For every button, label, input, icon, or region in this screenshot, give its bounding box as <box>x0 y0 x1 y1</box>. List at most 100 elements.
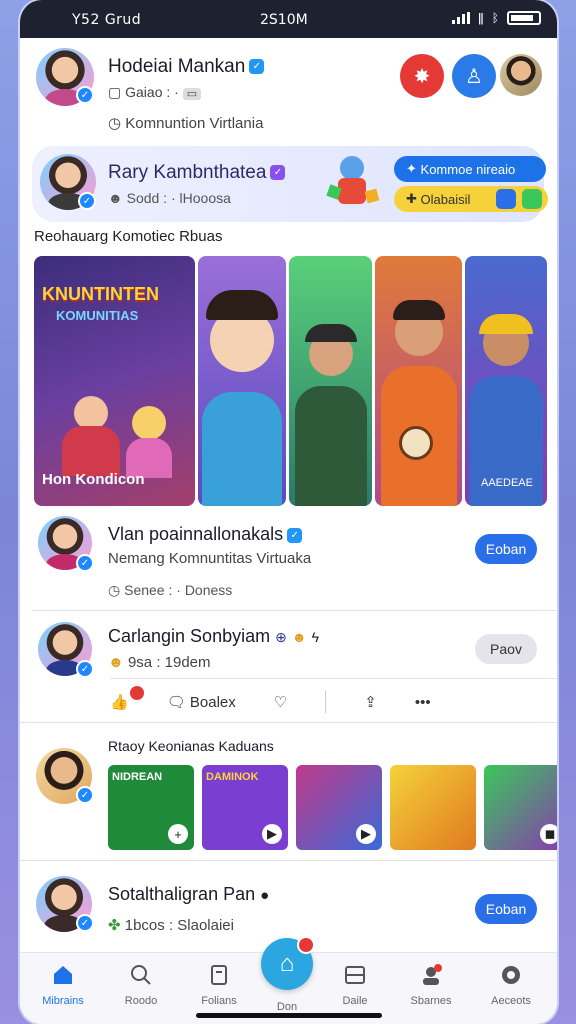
tab-label: Folians <box>201 995 237 1007</box>
verified-badge-icon: ✓ <box>270 165 286 181</box>
tab-roodo[interactable]: Roodo <box>106 963 176 1007</box>
house-icon: ⌂ <box>279 950 295 977</box>
bolt-icon: ϟ <box>311 629 320 645</box>
divider <box>110 678 557 679</box>
tab-label: Daile <box>342 995 368 1007</box>
tray-icon <box>345 966 365 984</box>
pill-top-button[interactable]: ✦ Kommoe nireaio <box>394 156 546 182</box>
post-subtitle: ✤ 1bcos : Slaolaiei <box>108 917 234 934</box>
promo-card[interactable]: ✓ Rary Kambnthatea ✓ ☻ Sodd : · lHooosa ✦… <box>32 146 548 222</box>
profile-button[interactable]: ♙ <box>452 54 496 98</box>
comment-icon: 🗨 <box>166 694 186 711</box>
tab-mibrains[interactable]: Mibrains <box>28 963 98 1007</box>
search-icon <box>131 965 151 985</box>
tab-don[interactable]: Don <box>252 1001 322 1013</box>
user-avatar-button[interactable] <box>500 54 542 96</box>
profile-icon <box>423 964 442 985</box>
banner-card[interactable] <box>289 256 372 506</box>
gallery-thumb[interactable]: NIDREAN + <box>108 765 194 850</box>
info-icon: ● <box>260 887 270 904</box>
tab-daile[interactable]: Daile <box>320 963 390 1007</box>
game-controller-button[interactable]: ✸ <box>400 54 444 98</box>
camera-icon[interactable]: ◼ <box>540 824 557 844</box>
phone-screen: Y52 Grud 2S10M ǁ ᛒ ✓ Hodeiai Mankan ✓ ▢ G… <box>20 0 557 1024</box>
tab-folians[interactable]: Folians <box>184 963 254 1007</box>
hair-icon <box>393 300 445 320</box>
post-name: Sotalthaligran Pan ● <box>108 884 270 904</box>
tag-icon: ✚ <box>406 191 417 206</box>
emoji-icon: ☻ <box>108 190 123 206</box>
more-icon[interactable]: ••• <box>415 694 431 711</box>
tab-label: Mibrains <box>42 995 84 1007</box>
post-name: Carlangin Sonbyiam ⊕ ☻ ϟ <box>108 626 320 646</box>
thumb-title: NIDREAN <box>112 771 163 783</box>
tab-sbarnes[interactable]: Sbarnes <box>396 963 466 1007</box>
banner-card[interactable] <box>198 256 286 506</box>
gallery-title: Rtaoy Keonianas Kaduans <box>108 738 274 754</box>
post-item[interactable]: ✓ Carlangin Sonbyiam ⊕ ☻ ϟ ☻ 9sa : 19dem… <box>20 614 557 684</box>
pill-bottom-button[interactable]: ✚ Olabaisil <box>394 186 548 212</box>
emoji-icon: ☻ <box>291 629 307 645</box>
verified-icon: ✓ <box>76 660 94 678</box>
character-icon <box>326 156 380 214</box>
notification-dot <box>297 936 315 954</box>
signal-icon <box>451 12 470 24</box>
tab-aeceots[interactable]: Aeceots <box>476 963 546 1007</box>
follow-button[interactable]: Eoban <box>475 894 537 924</box>
promo-name: Rary Kambnthatea ✓ <box>108 162 286 184</box>
banner-card[interactable]: KNUNTINTEN KOMUNITIAS Hon Kondicon <box>34 256 195 506</box>
carrier-text: Y52 Grud <box>72 12 142 28</box>
thumb-title: DAMINOK <box>206 771 259 783</box>
gallery-thumb[interactable]: ▶ <box>296 765 382 850</box>
tab-label: Aeceots <box>491 995 531 1007</box>
divider <box>20 860 557 861</box>
gallery-thumb[interactable]: DAMINOK ▶ <box>202 765 288 850</box>
tab-label: Don <box>276 1001 298 1013</box>
profile-location: ◷ Komnuntion Virtlania <box>108 115 264 132</box>
share-icon[interactable]: ⇪ <box>364 693 377 711</box>
banner-headline: KNUNTINTEN <box>42 284 159 304</box>
leaf-icon: ✤ <box>108 917 121 934</box>
play-icon[interactable]: ▶ <box>356 824 376 844</box>
like-icon[interactable]: 👍 <box>110 693 129 711</box>
status-icons: ǁ ᛒ <box>451 11 541 25</box>
verified-icon: ✓ <box>76 554 94 572</box>
post-item[interactable]: ✓ Sotalthaligran Pan ● ✤ 1bcos : Slaolai… <box>20 868 557 948</box>
post-meta: ◷ Senee : · Doness <box>108 582 233 598</box>
verified-icon: ✓ <box>78 192 96 210</box>
controller-icon <box>496 189 516 209</box>
bluetooth-icon: ᛒ <box>491 11 499 25</box>
profile-sub: ▢ Gaiao : · ▭ <box>108 84 202 101</box>
comment-button[interactable]: 🗨 Boalex <box>167 693 236 711</box>
post-subtitle: Nemang Komnuntitas Virtuaka <box>108 550 312 567</box>
wifi-icon: ǁ <box>477 11 484 25</box>
gallery-thumb[interactable] <box>390 765 476 850</box>
banner-card[interactable] <box>375 256 462 506</box>
hat-icon <box>206 290 278 320</box>
add-icon[interactable]: + <box>168 824 188 844</box>
notification-dot <box>130 686 144 700</box>
calendar-icon: ▢ <box>108 84 122 100</box>
follow-button[interactable]: Paov <box>475 634 537 664</box>
banner-card[interactable]: AAEDEAE <box>465 256 547 506</box>
character-figure <box>295 386 367 506</box>
follow-button[interactable]: Eoban <box>475 534 537 564</box>
gallery-thumb[interactable]: ◼ <box>484 765 557 850</box>
play-icon[interactable]: ▶ <box>262 824 282 844</box>
tag-icon: ▭ <box>182 88 202 100</box>
heart-icon[interactable]: ♡ <box>274 693 287 711</box>
post-actions: 👍 🗨 Boalex ♡ ⇪ ••• <box>110 684 540 720</box>
sparkle-icon: ✦ <box>406 161 417 176</box>
cap-icon <box>479 314 533 334</box>
character-figure <box>132 406 166 440</box>
tab-label: Roodo <box>124 995 158 1007</box>
gallery-thumbnails: NIDREAN + DAMINOK ▶ ▶ ◼ <box>108 765 557 850</box>
clock-text: 2S10M <box>260 12 308 28</box>
create-house-button[interactable]: ⌂ <box>261 936 315 990</box>
verified-icon: ✓ <box>76 914 94 932</box>
banner-tag: AAEDEAE <box>481 477 533 489</box>
post-item[interactable]: ✓ Vlan poainnallonakals ✓ Nemang Komnunti… <box>20 510 557 610</box>
home-indicator[interactable] <box>196 1013 382 1018</box>
circle-icon <box>502 966 520 984</box>
status-bar: Y52 Grud 2S10M ǁ ᛒ <box>20 0 557 38</box>
